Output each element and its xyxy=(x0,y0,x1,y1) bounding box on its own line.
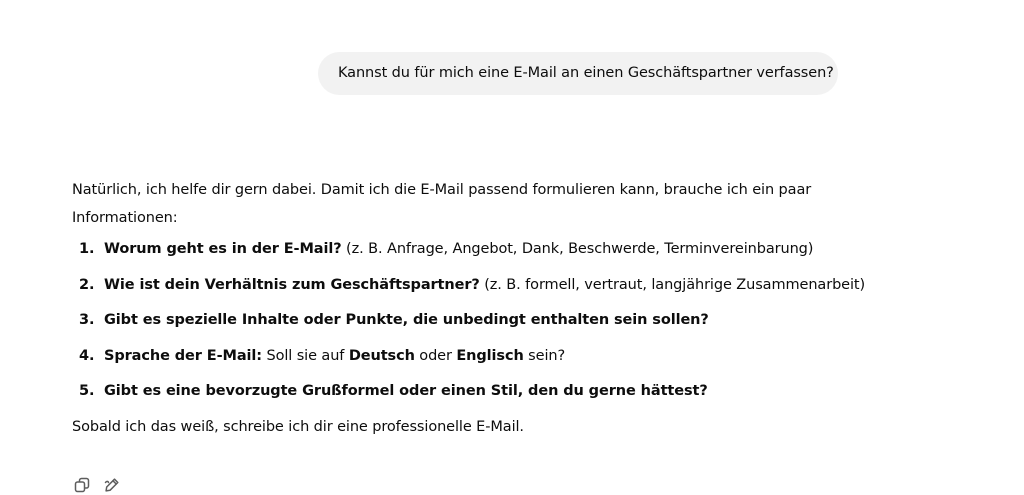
question-list: 1. Worum geht es in der E-Mail? (z. B. A… xyxy=(72,237,865,403)
list-item: 5. Gibt es eine bevorzugte Grußformel od… xyxy=(72,379,832,403)
list-number: 1. xyxy=(79,241,95,257)
chat-page: Kannst du für mich eine E-Mail an einen … xyxy=(0,0,1024,495)
list-item-bold: Worum geht es in der E-Mail? xyxy=(104,241,342,257)
list-item-rest: Soll sie auf xyxy=(261,347,349,364)
copy-icon xyxy=(74,477,90,493)
list-item-bold: Gibt es eine bevorzugte Grußformel oder … xyxy=(104,383,708,399)
list-number: 3. xyxy=(79,312,95,328)
list-item-bold-deutsch: Deutsch xyxy=(348,347,415,364)
list-item: 2. Wie ist dein Verhältnis zum Geschäfts… xyxy=(72,273,865,297)
list-number: 5. xyxy=(79,383,95,399)
copy-button[interactable] xyxy=(72,475,92,495)
user-message-text: Kannst du für mich eine E-Mail an einen … xyxy=(338,65,834,81)
list-item: 1. Worum geht es in der E-Mail? (z. B. A… xyxy=(72,237,832,261)
assistant-intro: Natürlich, ich helfe dir gern dabei. Dam… xyxy=(72,182,812,226)
list-item-bold: Wie ist dein Verhältnis zum Geschäftspar… xyxy=(104,276,480,293)
list-item-bold: Sprache der E-Mail: xyxy=(104,347,262,364)
list-item-rest: oder xyxy=(414,347,457,364)
assistant-message: Natürlich, ich helfe dir gern dabei. Dam… xyxy=(72,176,865,439)
list-item-rest: (z. B. formell, vertraut, langjährige Zu… xyxy=(479,276,866,293)
list-item-rest: (z. B. Anfrage, Angebot, Dank, Beschwerd… xyxy=(341,241,814,257)
list-item-bold-englisch: Englisch xyxy=(456,347,524,364)
edit-icon xyxy=(104,478,119,492)
user-message-bubble: Kannst du für mich eine E-Mail an einen … xyxy=(318,52,838,95)
message-actions xyxy=(72,475,122,495)
edit-button[interactable] xyxy=(102,475,122,495)
list-item: 3. Gibt es spezielle Inhalte oder Punkte… xyxy=(72,308,832,332)
list-item: 4. Sprache der E-Mail: Soll sie auf Deut… xyxy=(72,344,832,368)
list-item-rest: sein? xyxy=(523,347,566,364)
list-number: 2. xyxy=(79,276,95,293)
assistant-outro: Sobald ich das weiß, schreibe ich dir ei… xyxy=(72,418,524,435)
list-item-bold: Gibt es spezielle Inhalte oder Punkte, d… xyxy=(104,312,709,328)
list-number: 4. xyxy=(79,347,95,364)
